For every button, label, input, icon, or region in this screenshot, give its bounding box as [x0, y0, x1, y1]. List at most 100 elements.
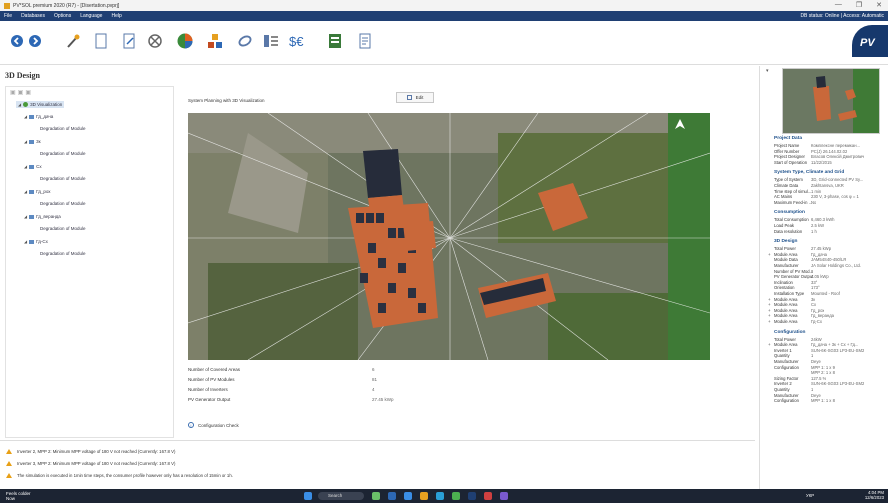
expand-arrow-icon[interactable]: ◢ — [18, 102, 21, 107]
summary-value: 230 V, 3-phase, cos φ = 1 — [811, 194, 859, 200]
summary-value: 1 min — [811, 188, 822, 194]
back-icon[interactable] — [8, 32, 26, 50]
edit-button[interactable]: Edit — [396, 92, 434, 103]
section-title: Project Data — [774, 136, 802, 141]
edit-document-icon[interactable] — [120, 32, 138, 50]
tree-item-degradation[interactable]: Degradation of Module — [40, 126, 86, 131]
app-icon[interactable] — [452, 492, 460, 500]
results-icon[interactable] — [326, 32, 344, 50]
tree-item-area[interactable]: ◢ Гд-Сх — [24, 239, 48, 244]
field-value: 27.45 kWp — [372, 397, 394, 402]
tree-item-degradation[interactable]: Degradation of Module — [40, 151, 86, 156]
app-icon — [4, 2, 10, 9]
summary-key: Installation Type — [774, 291, 805, 296]
summary-key: Module Area — [774, 319, 798, 324]
app-icon[interactable] — [436, 492, 444, 500]
summary-key: Manufacturer — [774, 359, 799, 364]
summary-value: 3к — [811, 296, 816, 302]
taskbar: Feels colder Now Search УКР 4:04 PM 12/6/2… — [0, 489, 888, 503]
svg-text:$€: $€ — [289, 34, 304, 48]
summary-value: 33° — [811, 279, 818, 285]
menu-file[interactable]: File — [4, 13, 12, 19]
folder-icon[interactable] — [420, 492, 428, 500]
summary-key: Module Area — [774, 342, 798, 348]
expand-arrow-icon[interactable]: ◢ — [24, 214, 27, 219]
tree-item-area[interactable]: ◢ Гд_рох — [24, 189, 51, 194]
cables-icon[interactable] — [236, 32, 254, 50]
weather-widget[interactable]: Feels colder Now — [6, 491, 31, 501]
summary-key: Module Area — [774, 307, 798, 313]
expand-plus-icon[interactable]: + — [768, 313, 771, 318]
menu-databases[interactable]: Databases — [21, 13, 45, 19]
window-controls: — ❐ ✕ — [835, 1, 882, 9]
expand-arrow-icon[interactable]: ◢ — [24, 164, 27, 169]
summary-key: Load Peak — [774, 223, 795, 228]
menu-options[interactable]: Options — [54, 13, 71, 19]
menu-language[interactable]: Language — [80, 13, 102, 19]
modules-icon[interactable] — [206, 32, 224, 50]
tree-item-degradation[interactable]: Degradation of Module — [40, 226, 86, 231]
tree-item-area[interactable]: ◢ 3к — [24, 139, 41, 144]
expand-arrow-icon[interactable]: ◢ — [24, 114, 27, 119]
report-icon[interactable] — [356, 32, 374, 50]
tree-item-degradation[interactable]: Degradation of Module — [40, 201, 86, 206]
tree-item-area[interactable]: ◢ Гд_веранда — [24, 214, 61, 219]
collapse-panel-icon[interactable]: ▾ — [766, 68, 769, 74]
expand-plus-icon[interactable]: + — [768, 297, 771, 302]
summary-key: Offer Number — [774, 148, 800, 154]
3d-thumbnail[interactable] — [782, 68, 880, 134]
tree-item-degradation[interactable]: Degradation of Module — [40, 251, 86, 256]
wizard-icon[interactable] — [64, 32, 82, 50]
plans-icon[interactable] — [262, 32, 280, 50]
warning-icon — [6, 449, 12, 454]
shading-icon[interactable] — [146, 32, 164, 50]
expand-plus-icon[interactable]: + — [768, 319, 771, 324]
warning-message[interactable]: Inverter 2, MPP 2: Minimum MPP voltage o… — [6, 449, 175, 454]
edit-icon — [406, 95, 412, 100]
summary-value: 27.45 kWp — [811, 246, 832, 252]
summary-value: MPP 1: 1 x 8 — [811, 398, 835, 404]
app-icon[interactable] — [500, 492, 508, 500]
maximize-button[interactable]: ❐ — [856, 1, 862, 9]
language-indicator[interactable]: УКР — [806, 493, 814, 498]
menu-help[interactable]: Help — [111, 13, 121, 19]
expand-plus-icon[interactable]: + — [768, 308, 771, 313]
financial-analysis-icon[interactable]: $€ — [288, 32, 312, 50]
taskbar-search[interactable]: Search — [318, 492, 364, 500]
tree-delete-icon[interactable]: ▣ — [25, 90, 33, 96]
expand-arrow-icon[interactable]: ◢ — [24, 189, 27, 194]
expand-plus-icon[interactable]: + — [768, 302, 771, 307]
app-icon[interactable] — [372, 492, 380, 500]
tree-item-degradation[interactable]: Degradation of Module — [40, 176, 86, 181]
summary-value: Deye — [811, 392, 821, 398]
warning-message[interactable]: The simulation is executed in 1min time … — [6, 473, 233, 478]
app-icon[interactable] — [388, 492, 396, 500]
clock[interactable]: 4:04 PM 12/6/2023 — [865, 490, 884, 500]
pvsol-taskbar-icon[interactable] — [468, 492, 476, 500]
tree-item-3d-visualization[interactable]: ◢ 3D Visualization — [16, 101, 65, 108]
close-button[interactable]: ✕ — [876, 1, 882, 9]
tree-item-area[interactable]: ◢ Гд_дача — [24, 114, 53, 119]
summary-key: Inverter 1 — [774, 347, 792, 353]
start-icon[interactable] — [304, 492, 312, 500]
summary-value: Власов Олексій Дмитрович — [811, 154, 865, 160]
tree-item-area[interactable]: ◢ Сх — [24, 164, 42, 169]
3d-visualization-view[interactable] — [188, 113, 710, 360]
field-label: Number of PV Modules — [188, 377, 235, 382]
forward-icon[interactable] — [26, 32, 44, 50]
3d-design-icon[interactable] — [176, 32, 194, 50]
app-icon[interactable] — [484, 492, 492, 500]
warning-message[interactable]: Inverter 3, MPP 2: Minimum MPP voltage o… — [6, 461, 175, 466]
app-icon[interactable] — [404, 492, 412, 500]
new-document-icon[interactable] — [92, 32, 110, 50]
expand-plus-icon[interactable]: + — [768, 342, 771, 347]
summary-key: Module Area — [774, 296, 798, 302]
expand-arrow-icon[interactable]: ◢ — [24, 139, 27, 144]
configuration-check-link[interactable]: i Configuration Check — [188, 422, 239, 428]
summary-value: Сх — [811, 302, 817, 308]
summary-value: SUN-6K-SG03 LP3-EU-SM2 — [811, 347, 865, 353]
expand-plus-icon[interactable]: + — [768, 252, 771, 257]
minimize-button[interactable]: — — [835, 1, 842, 9]
tree-add-icon[interactable]: ▣ — [10, 90, 18, 96]
expand-arrow-icon[interactable]: ◢ — [24, 239, 27, 244]
